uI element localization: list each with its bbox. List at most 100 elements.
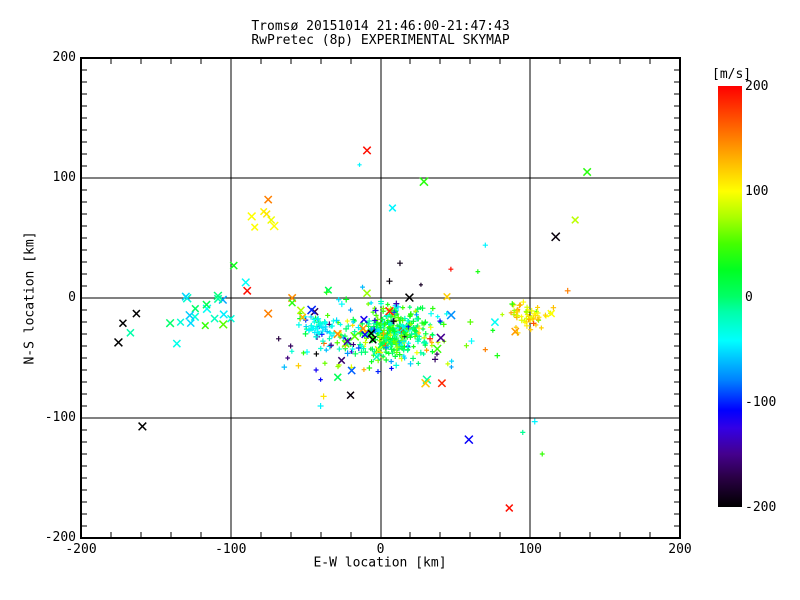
- scatter-point: [302, 331, 309, 337]
- scatter-point: [333, 373, 342, 382]
- scatter-point: [313, 367, 319, 373]
- scatter-point: [531, 418, 538, 425]
- scatter-point: [288, 343, 294, 349]
- scatter-point: [418, 282, 423, 287]
- scatter-point: [551, 232, 561, 242]
- scatter-point: [445, 361, 451, 367]
- scatter-point: [176, 318, 185, 327]
- scatter-point: [510, 302, 516, 308]
- y-tick-label: 0: [68, 290, 76, 305]
- scatter-point: [435, 314, 440, 319]
- scatter-point: [564, 287, 571, 294]
- x-tick-label: 200: [668, 542, 692, 557]
- scatter-point: [446, 310, 456, 320]
- scatter-point: [366, 365, 373, 371]
- scatter-point: [482, 242, 488, 248]
- scatter-point: [241, 278, 251, 287]
- scatter-point: [338, 300, 345, 308]
- scatter-point: [343, 296, 350, 303]
- scatter-point: [326, 336, 332, 342]
- scatter-point: [276, 336, 282, 342]
- scatter-point: [210, 314, 219, 323]
- scatter-point: [475, 269, 481, 274]
- grid-lines: [81, 58, 680, 538]
- scatter-point: [490, 318, 500, 327]
- scatter-point: [432, 356, 439, 363]
- scatter-point: [317, 402, 324, 410]
- scatter-point: [414, 350, 420, 356]
- scatter-point: [281, 364, 288, 370]
- scatter-point: [434, 351, 440, 357]
- scatter-point: [218, 320, 228, 329]
- scatter-point: [437, 379, 447, 388]
- scatter-point: [388, 358, 394, 365]
- scatter-point: [325, 312, 331, 318]
- scatter-point: [337, 356, 346, 365]
- scatter-point: [138, 422, 147, 431]
- scatter-point: [338, 322, 343, 327]
- scatter-point: [411, 344, 416, 349]
- scatter-point: [464, 435, 474, 445]
- scatter-point: [328, 342, 334, 349]
- scatter-point: [362, 289, 372, 298]
- scatter-point: [383, 357, 389, 363]
- scatter-point: [362, 339, 369, 346]
- scatter-point: [386, 278, 393, 285]
- scatter-point: [509, 301, 516, 307]
- scatter-point: [372, 321, 377, 326]
- y-tick-label: 100: [52, 170, 76, 185]
- scatter-point: [352, 329, 358, 335]
- scatter-point: [448, 266, 454, 272]
- scatter-point: [247, 212, 257, 221]
- scatter-point: [571, 216, 580, 224]
- scatter-point: [351, 342, 356, 347]
- scatter-point: [416, 361, 421, 366]
- scatter-point: [468, 338, 475, 345]
- scatter-point: [326, 343, 333, 350]
- y-tick-label: -100: [44, 410, 76, 425]
- scatter-point: [400, 305, 406, 310]
- scatter-point: [301, 350, 306, 356]
- x-tick-label: 0: [376, 542, 385, 557]
- scatter-point: [344, 318, 350, 324]
- scatter-point: [482, 347, 488, 353]
- y-tick-label: 200: [52, 50, 76, 65]
- scatter-point: [361, 367, 367, 373]
- scatter-point: [285, 355, 290, 361]
- scatter-point: [289, 348, 295, 354]
- scatter-point: [449, 364, 454, 370]
- scatter-point: [334, 340, 340, 346]
- colorbar-tick-label: 100: [745, 184, 769, 200]
- colorbar-tick-label: -100: [745, 394, 777, 410]
- scatter-point: [336, 346, 342, 352]
- scatter-point: [132, 309, 141, 318]
- scatter-point: [463, 343, 469, 349]
- scatter-point: [349, 346, 356, 352]
- scatter-point: [443, 292, 451, 301]
- scatter-point: [500, 312, 505, 317]
- scatter-point: [430, 305, 436, 312]
- scatter-point: [295, 362, 302, 369]
- scatter-point: [323, 347, 329, 353]
- x-tick-label: 100: [518, 542, 542, 557]
- scatter-point: [126, 328, 135, 337]
- scatter-point: [430, 332, 435, 337]
- scatter-point: [295, 321, 302, 328]
- scatter-point: [201, 321, 210, 330]
- scatter-point: [243, 286, 252, 295]
- scatter-point: [318, 377, 323, 382]
- scatter-point: [389, 366, 394, 371]
- scatter-point: [172, 339, 181, 348]
- scatter-point: [385, 302, 390, 307]
- scatter-point: [528, 327, 534, 333]
- scatter-point: [449, 358, 455, 364]
- scatter-point: [348, 307, 353, 313]
- scatter-point: [410, 355, 416, 362]
- scatter-point: [333, 329, 342, 339]
- scatter-point: [467, 318, 474, 326]
- colorbar-tick-label: -200: [745, 500, 777, 515]
- scatter-point: [397, 260, 403, 267]
- scatter-point: [424, 347, 429, 353]
- scatter-point: [428, 310, 434, 317]
- x-axis-label: E-W location [km]: [313, 555, 447, 571]
